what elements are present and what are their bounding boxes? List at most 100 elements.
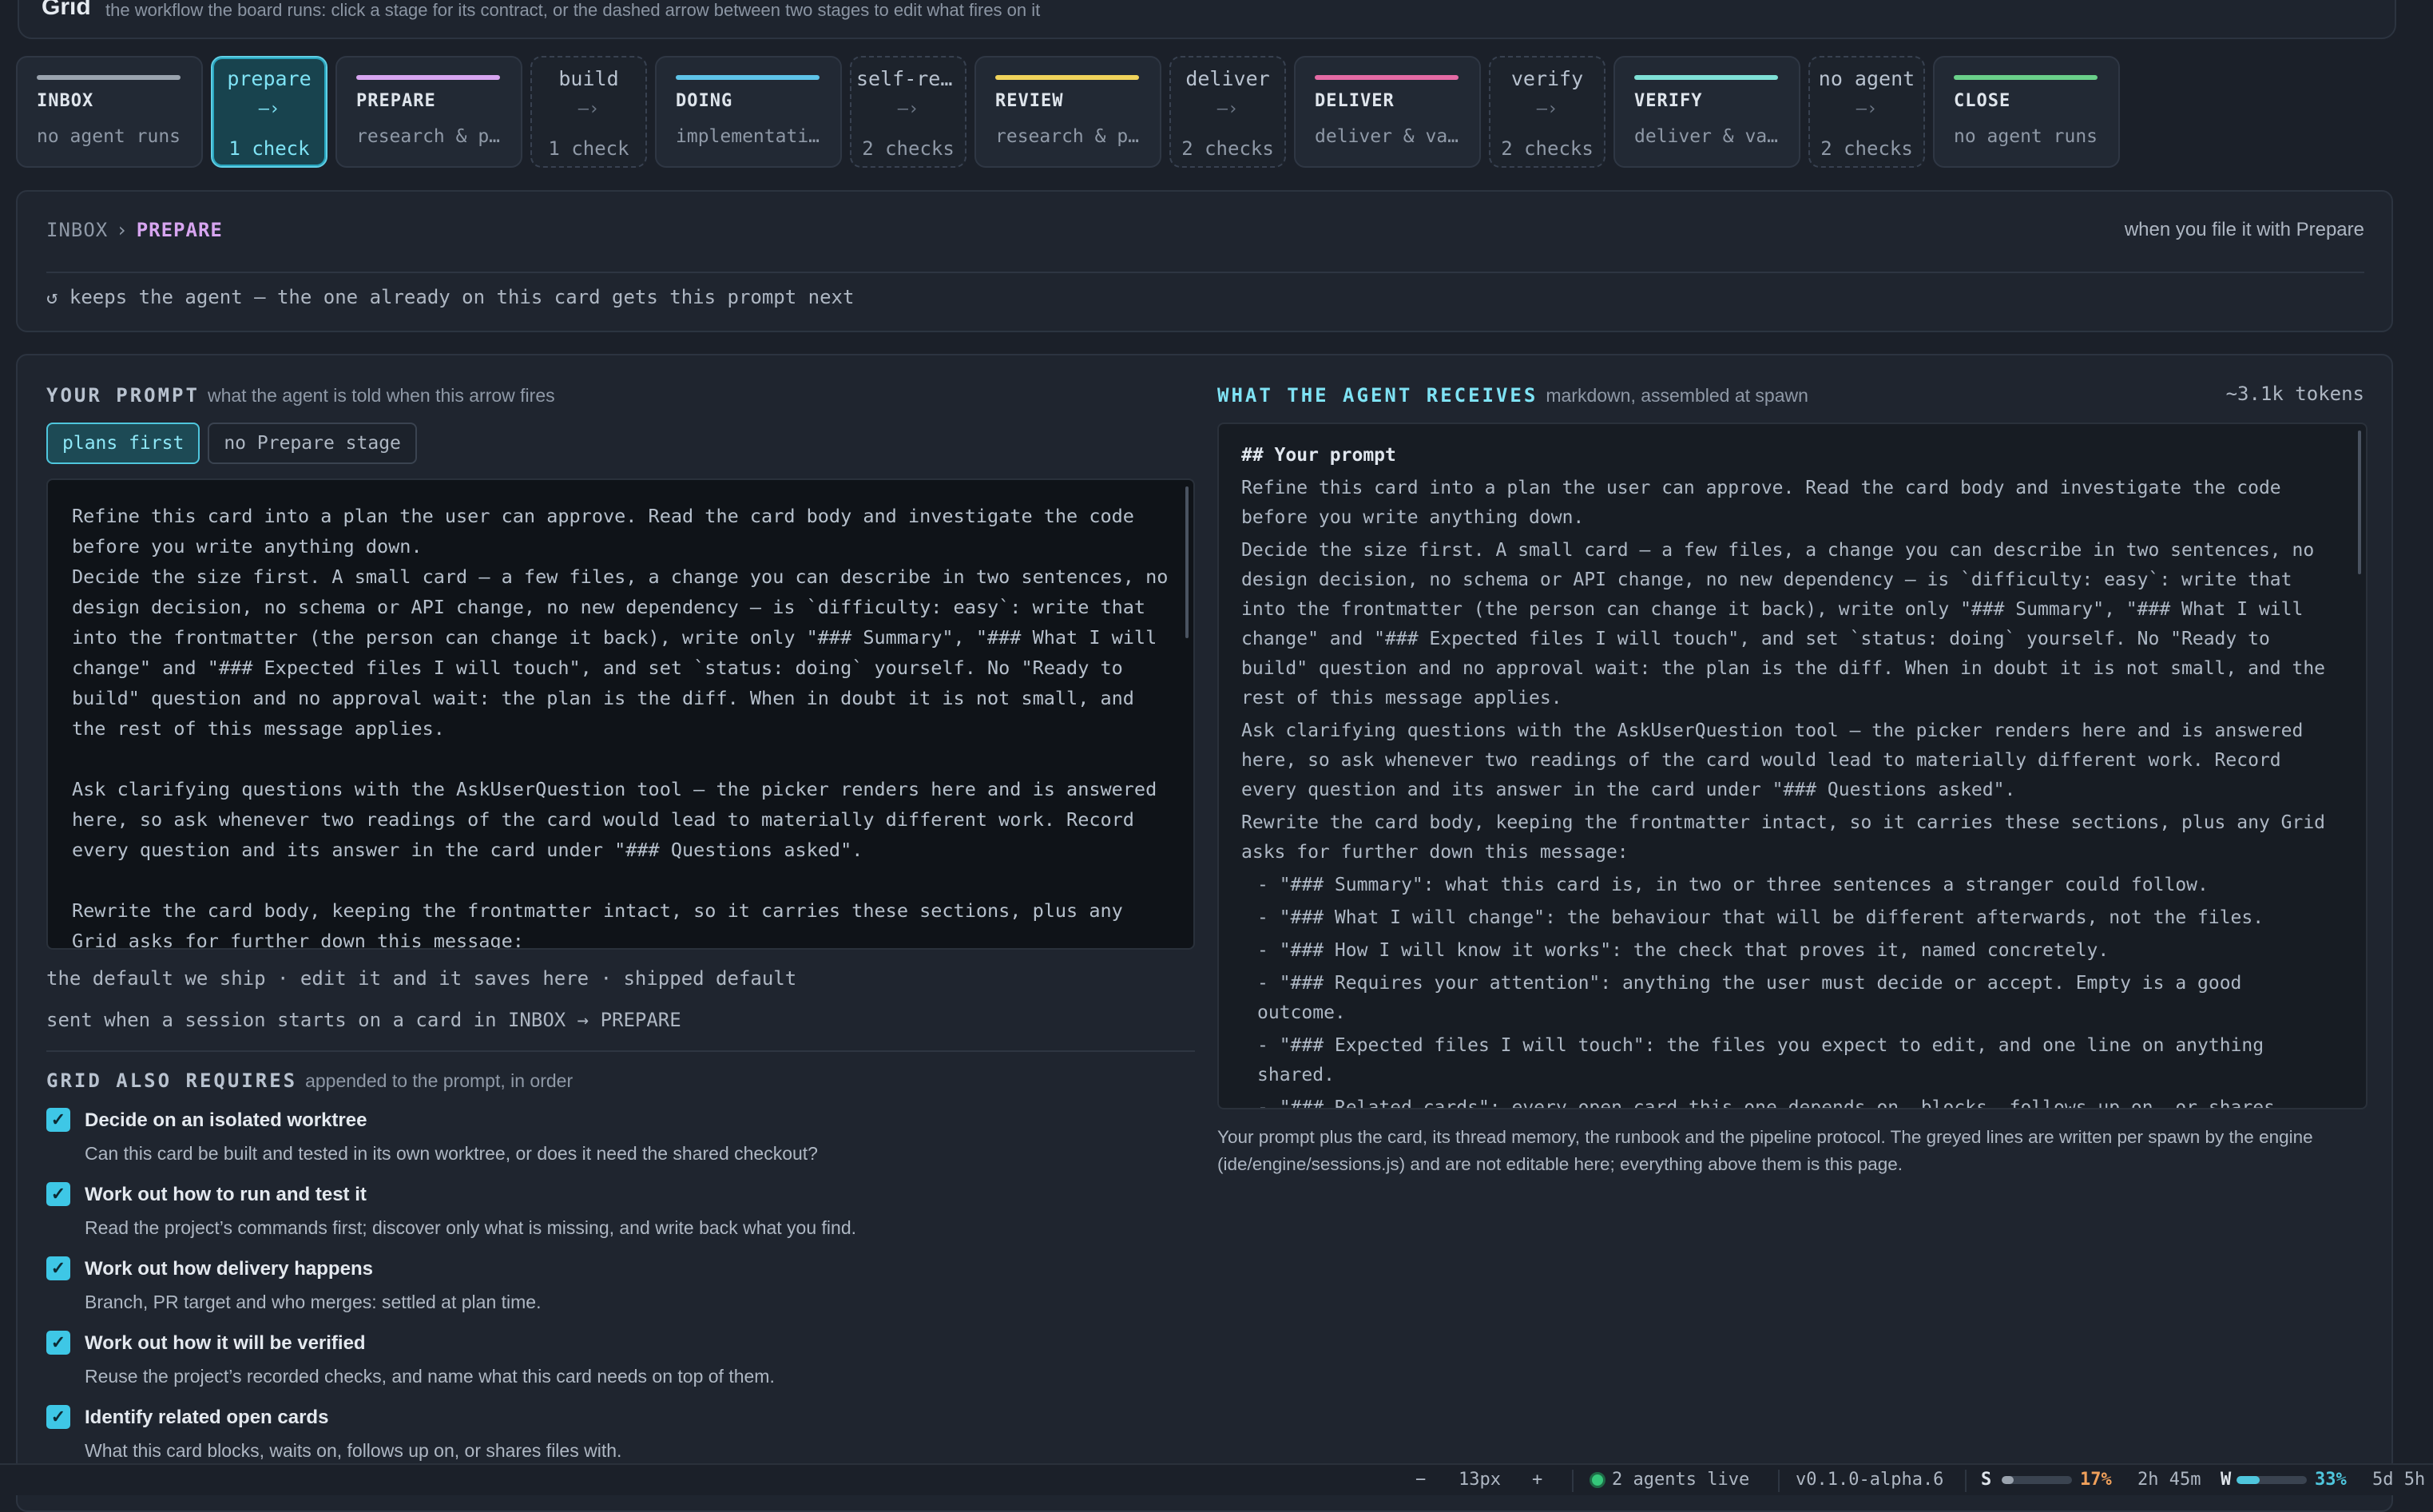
weekly-usage-percent: 33% (2315, 1470, 2347, 1490)
stage-prepare[interactable]: PREPARE research & plan (335, 56, 522, 168)
check-count: 2 checks (862, 137, 955, 160)
prompt-panel: YOUR PROMPT what the agent is told when t… (16, 354, 2393, 1512)
stage-color-bar (995, 75, 1139, 80)
divider (46, 272, 2364, 273)
check-count: 2 checks (1820, 137, 1913, 160)
preview-paragraph: Decide the size first. A small card — a … (1241, 540, 2326, 708)
stage-color-bar (37, 75, 181, 80)
check-count: 1 check (548, 137, 629, 160)
stage-deliver[interactable]: DELIVER deliver & validate (1294, 56, 1481, 168)
variant-plans-first[interactable]: plans first (46, 423, 200, 464)
transition-label: verify (1510, 67, 1584, 90)
receives-hint: markdown, assembled at spawn (1546, 385, 1808, 406)
prompt-editor[interactable]: Refine this card into a plan the user ca… (46, 478, 1195, 950)
stage-description: research & plan (995, 126, 1149, 147)
session-usage-meter (2002, 1476, 2072, 1484)
live-indicator-icon (1590, 1472, 1605, 1488)
assembled-prompt-preview: ## Your prompt Refine this card into a p… (1217, 423, 2368, 1109)
zoom-out-button[interactable]: − (1415, 1470, 1426, 1490)
stage-inbox[interactable]: INBOX no agent runs (16, 56, 203, 168)
transition-arrow-deliver[interactable]: deliver —› 2 checks (1169, 56, 1286, 168)
transition-arrow-no-agent[interactable]: no agent —› 2 checks (1808, 56, 1925, 168)
requirement-description: Branch, PR target and who merges: settle… (85, 1292, 542, 1312)
stage-name: DOING (676, 91, 733, 111)
check-count: 1 check (228, 137, 310, 160)
session-usage-percent: 17% (2080, 1470, 2112, 1490)
requirement-item: ✓ Work out how to run and test it Read the… (46, 1182, 1195, 1256)
stage-description: implementation (676, 126, 829, 147)
breadcrumb-to[interactable]: PREPARE (137, 219, 223, 241)
requirements-list: ✓ Decide on an isolated worktree Can this … (46, 1108, 1195, 1479)
divider (1572, 1470, 1574, 1492)
requires-hint: appended to the prompt, in order (305, 1070, 574, 1091)
check-count: 2 checks (1501, 137, 1594, 160)
requirement-checkbox[interactable]: ✓ (46, 1405, 70, 1429)
requirement-checkbox[interactable]: ✓ (46, 1331, 70, 1355)
stage-description: research & plan (356, 126, 510, 147)
breadcrumb: INBOX › PREPARE (46, 219, 223, 241)
stage-description: deliver & validate (1315, 126, 1468, 147)
requirement-item: ✓ Decide on an isolated worktree Can this … (46, 1108, 1195, 1182)
session-usage-label: S (1981, 1470, 1992, 1490)
receives-title: WHAT THE AGENT RECEIVES (1217, 384, 1538, 407)
requirement-checkbox[interactable]: ✓ (46, 1182, 70, 1206)
stage-name: DELIVER (1315, 91, 1395, 111)
your-prompt-hint: what the agent is told when this arrow f… (207, 385, 555, 406)
weekly-usage-fill (2237, 1476, 2260, 1484)
requirement-description: Can this card be built and tested in its… (85, 1143, 818, 1164)
divider (1778, 1470, 1780, 1492)
requires-title: GRID ALSO REQUIRES (46, 1070, 298, 1092)
zoom-in-button[interactable]: + (1532, 1470, 1542, 1490)
prompt-trigger-note: sent when a session starts on a card in … (46, 1009, 681, 1031)
agents-live[interactable]: 2 agents live (1590, 1470, 1749, 1490)
requirement-item: ✓ Work out how it will be verified Reuse t… (46, 1331, 1195, 1405)
check-count: 2 checks (1181, 137, 1274, 160)
stage-name: CLOSE (1954, 91, 2011, 111)
stage-name: INBOX (37, 91, 94, 111)
transition-arrow-prepare[interactable]: prepare —› 1 check (211, 56, 327, 168)
keeps-agent-note: ↺ keeps the agent — the one already on t… (46, 286, 855, 308)
requirement-checkbox[interactable]: ✓ (46, 1256, 70, 1280)
editor-scrollbar[interactable] (1185, 486, 1189, 638)
breadcrumb-from[interactable]: INBOX (46, 219, 108, 241)
zoom-level: 13px (1459, 1470, 1501, 1490)
requirement-title: Decide on an isolated worktree (85, 1109, 367, 1131)
status-bar: − 13px + 2 agents live v0.1.0-alpha.6 S … (0, 1463, 2433, 1495)
transition-arrow-build[interactable]: build —› 1 check (530, 56, 647, 168)
requirement-title: Work out how delivery happens (85, 1258, 373, 1280)
stage-close[interactable]: CLOSE no agent runs (1933, 56, 2120, 168)
session-reset-time: 2h 45m (2137, 1470, 2201, 1490)
arrow-icon: —› (577, 99, 600, 119)
stage-doing[interactable]: DOING implementation (655, 56, 842, 168)
requirement-checkbox[interactable]: ✓ (46, 1108, 70, 1132)
preview-paragraph: Refine this card into a plan the user ca… (1241, 478, 2281, 528)
stage-review[interactable]: REVIEW research & plan (974, 56, 1161, 168)
prompt-source-note: the default we ship · edit it and it sav… (46, 967, 797, 990)
transition-arrow-verify[interactable]: verify —› 2 checks (1489, 56, 1605, 168)
preview-list-item: - "### Summary": what this card is, in t… (1257, 875, 2209, 895)
requirement-title: Work out how to run and test it (85, 1184, 367, 1205)
stage-color-bar (676, 75, 820, 80)
weekly-usage-label: W (2221, 1470, 2232, 1490)
preview-list-item: - "### Related cards": every open card t… (1257, 1097, 2275, 1109)
prompt-text[interactable]: Refine this card into a plan the user ca… (48, 480, 1193, 948)
arrow-icon: —› (897, 99, 919, 119)
preview-scrollbar[interactable] (2358, 431, 2361, 574)
token-count: ~3.1k tokens (2225, 383, 2364, 405)
requirement-title: Identify related open cards (85, 1407, 329, 1428)
transition-label: self-review (856, 67, 965, 90)
transition-arrow-self-review[interactable]: self-review —› 2 checks (850, 56, 966, 168)
stage-verify[interactable]: VERIFY deliver & validate (1613, 56, 1800, 168)
stage-color-bar (356, 75, 500, 80)
pipeline: INBOX no agent runs prepare —› 1 check PREPAR… (16, 56, 2120, 169)
stage-color-bar (1315, 75, 1459, 80)
variant-no-prepare[interactable]: no Prepare stage (208, 423, 417, 464)
requirement-description: Read the project’s commands first; disco… (85, 1217, 856, 1238)
stage-color-bar (1954, 75, 2098, 80)
transition-panel: INBOX › PREPARE when you file it with Prep… (16, 190, 2393, 332)
session-usage-fill (2002, 1476, 2014, 1484)
preview-footnote: Your prompt plus the card, its thread me… (1217, 1127, 2313, 1174)
preview-paragraph: Ask clarifying questions with the AskUse… (1241, 720, 2304, 800)
stage-description: no agent runs (1954, 126, 2098, 147)
your-prompt-heading: YOUR PROMPT what the agent is told when t… (46, 384, 555, 407)
